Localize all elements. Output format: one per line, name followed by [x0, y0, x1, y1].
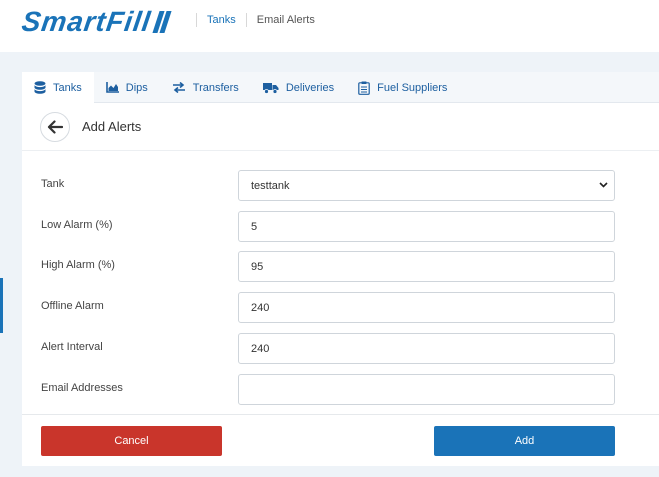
smartfill-logo[interactable]: SmartFill	[19, 6, 172, 37]
tab-deliveries-label: Deliveries	[285, 81, 335, 94]
tab-transfers-label: Transfers	[192, 81, 239, 94]
tank-row: Tank testtank	[22, 170, 659, 201]
truck-icon	[262, 82, 279, 94]
offline-alarm-value: 240	[251, 301, 270, 314]
tank-select-value: testtank	[251, 179, 290, 192]
breadcrumb-current: Email Alerts	[256, 14, 315, 26]
tab-deliveries[interactable]: Deliveries	[251, 72, 346, 103]
breadcrumb: Tanks Email Alerts	[196, 13, 315, 27]
high-alarm-label: High Alarm (%)	[41, 259, 115, 271]
alert-interval-value: 240	[251, 342, 270, 355]
low-alarm-value: 5	[251, 220, 258, 233]
back-button[interactable]	[40, 111, 70, 142]
low-alarm-label: Low Alarm (%)	[41, 219, 113, 231]
breadcrumb-divider	[245, 13, 247, 27]
tab-bar: Tanks Dips Transfers Deliveries Fuel Sup…	[22, 72, 659, 103]
page-header: Add Alerts	[22, 103, 659, 151]
logo-text: SmartFill	[19, 6, 154, 37]
add-button[interactable]: Add	[434, 426, 615, 456]
breadcrumb-separator	[196, 13, 197, 27]
tab-dips[interactable]: Dips	[94, 72, 160, 103]
logo-bars-icon	[152, 11, 172, 33]
top-bar: SmartFill Tanks Email Alerts	[0, 0, 659, 52]
chevron-down-icon	[599, 182, 608, 188]
tank-select[interactable]: testtank	[238, 170, 615, 201]
offline-alarm-row: Offline Alarm 240	[22, 292, 659, 323]
form-divider	[22, 414, 659, 415]
arrow-left-icon	[47, 119, 63, 134]
email-addresses-label: Email Addresses	[41, 382, 123, 394]
tab-tanks-label: Tanks	[53, 81, 82, 94]
side-accent	[0, 278, 3, 333]
offline-alarm-label: Offline Alarm	[41, 300, 104, 312]
database-icon	[34, 81, 46, 94]
clipboard-list-icon	[358, 81, 370, 95]
tab-dips-label: Dips	[125, 81, 148, 94]
alert-interval-label: Alert Interval	[41, 341, 103, 353]
offline-alarm-input[interactable]: 240	[238, 292, 615, 323]
tab-fuel-suppliers[interactable]: Fuel Suppliers	[346, 72, 459, 103]
email-addresses-input[interactable]	[238, 374, 615, 405]
email-addresses-row: Email Addresses	[22, 374, 659, 405]
breadcrumb-tanks-link[interactable]: Tanks	[207, 14, 236, 26]
transfer-arrows-icon	[172, 82, 185, 93]
cancel-button[interactable]: Cancel	[41, 426, 222, 456]
high-alarm-input[interactable]: 95	[238, 251, 615, 282]
alerts-card: Tanks Dips Transfers Deliveries Fuel Sup…	[22, 72, 659, 466]
alert-interval-row: Alert Interval 240	[22, 333, 659, 364]
tank-label: Tank	[41, 178, 65, 190]
high-alarm-row: High Alarm (%) 95	[22, 251, 659, 282]
low-alarm-row: Low Alarm (%) 5	[22, 211, 659, 242]
low-alarm-input[interactable]: 5	[238, 211, 615, 242]
tab-tanks[interactable]: Tanks	[22, 72, 94, 103]
area-chart-icon	[105, 82, 119, 93]
page-title: Add Alerts	[82, 119, 142, 134]
tab-transfers[interactable]: Transfers	[160, 72, 251, 103]
alert-interval-input[interactable]: 240	[238, 333, 615, 364]
high-alarm-value: 95	[251, 260, 264, 273]
tab-fuel-suppliers-label: Fuel Suppliers	[377, 81, 448, 94]
